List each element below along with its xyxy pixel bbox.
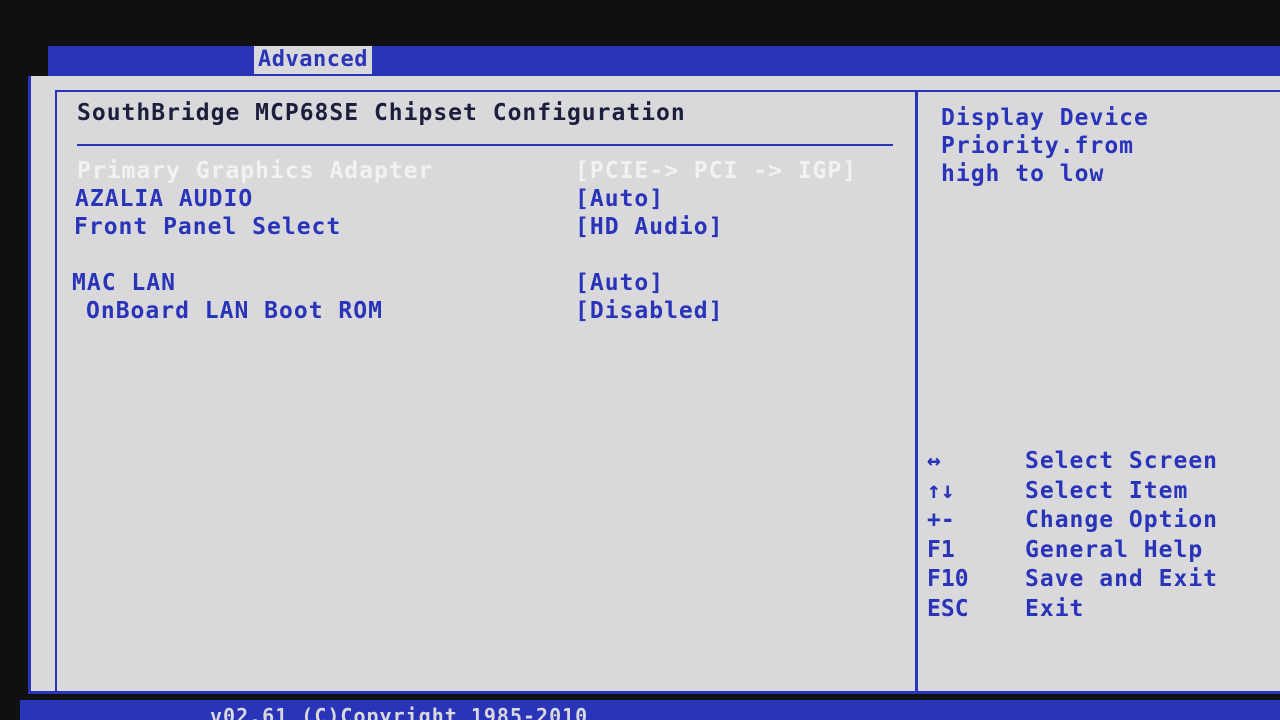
- setting-value[interactable]: [PCIE-> PCI -> IGP]: [575, 158, 857, 184]
- panel-divider: [915, 90, 918, 694]
- setting-row-onboard-lan-boot-rom[interactable]: OnBoard LAN Boot ROM [Disabled]: [31, 298, 911, 326]
- tab-advanced[interactable]: Advanced: [254, 46, 372, 74]
- key-description: General Help: [1025, 536, 1204, 563]
- key-row-select-item: ↑↓ Select Item: [927, 478, 1267, 508]
- key-row-save-and-exit: F10 Save and Exit: [927, 566, 1267, 596]
- key-label: F10: [927, 566, 969, 592]
- key-description: Save and Exit: [1025, 566, 1219, 592]
- help-line: Display Device: [941, 105, 1149, 131]
- setting-label: AZALIA AUDIO: [75, 186, 254, 212]
- key-row-general-help: F1 General Help: [927, 537, 1267, 567]
- help-line: high to low: [941, 161, 1105, 187]
- key-label: F1: [927, 536, 955, 563]
- key-row-select-screen: ↔ Select Screen: [927, 448, 1267, 478]
- key-legend: ↔ Select Screen ↑↓ Select Item +- Change…: [927, 448, 1267, 625]
- setting-row-mac-lan[interactable]: MAC LAN [Auto]: [31, 270, 911, 298]
- footer-bar: v02.61 (C)Copyright 1985-2010: [20, 700, 1280, 720]
- setting-label: Front Panel Select: [74, 214, 342, 240]
- setting-value[interactable]: [Disabled]: [575, 298, 723, 324]
- page-title: SouthBridge MCP68SE Chipset Configuratio…: [77, 100, 686, 126]
- setting-label: OnBoard LAN Boot ROM: [86, 298, 383, 324]
- plus-minus-icon: +-: [927, 507, 955, 533]
- settings-panel: SouthBridge MCP68SE Chipset Configuratio…: [28, 76, 1280, 694]
- title-underline: [77, 144, 893, 146]
- setting-value[interactable]: [HD Audio]: [575, 214, 723, 240]
- key-description: Change Option: [1025, 507, 1219, 533]
- key-description: Select Item: [1025, 477, 1189, 504]
- key-row-change-option: +- Change Option: [927, 507, 1267, 537]
- key-description: Exit: [1025, 595, 1085, 622]
- setting-row-azalia-audio[interactable]: AZALIA AUDIO [Auto]: [31, 186, 911, 214]
- key-row-exit: ESC Exit: [927, 596, 1267, 626]
- copyright-text: v02.61 (C)Copyright 1985-2010: [210, 704, 589, 720]
- bios-screen: Advanced SouthBridge MCP68SE Chipset Con…: [0, 0, 1280, 720]
- setting-row-front-panel-select[interactable]: Front Panel Select [HD Audio]: [31, 214, 911, 242]
- menu-bar: Advanced: [48, 46, 1280, 76]
- help-text: Display Device Priority.from high to low: [941, 104, 1261, 188]
- setting-value[interactable]: [Auto]: [575, 270, 664, 296]
- setting-label: Primary Graphics Adapter: [77, 158, 434, 184]
- up-down-arrow-icon: ↑↓: [927, 477, 955, 504]
- help-line: Priority.from: [941, 133, 1135, 159]
- left-right-arrow-icon: ↔: [927, 448, 941, 474]
- setting-label: MAC LAN: [72, 270, 176, 296]
- key-label: ESC: [927, 595, 969, 622]
- key-description: Select Screen: [1025, 448, 1219, 474]
- setting-row-primary-graphics-adapter[interactable]: Primary Graphics Adapter [PCIE-> PCI -> …: [31, 158, 911, 186]
- setting-value[interactable]: [Auto]: [575, 186, 664, 212]
